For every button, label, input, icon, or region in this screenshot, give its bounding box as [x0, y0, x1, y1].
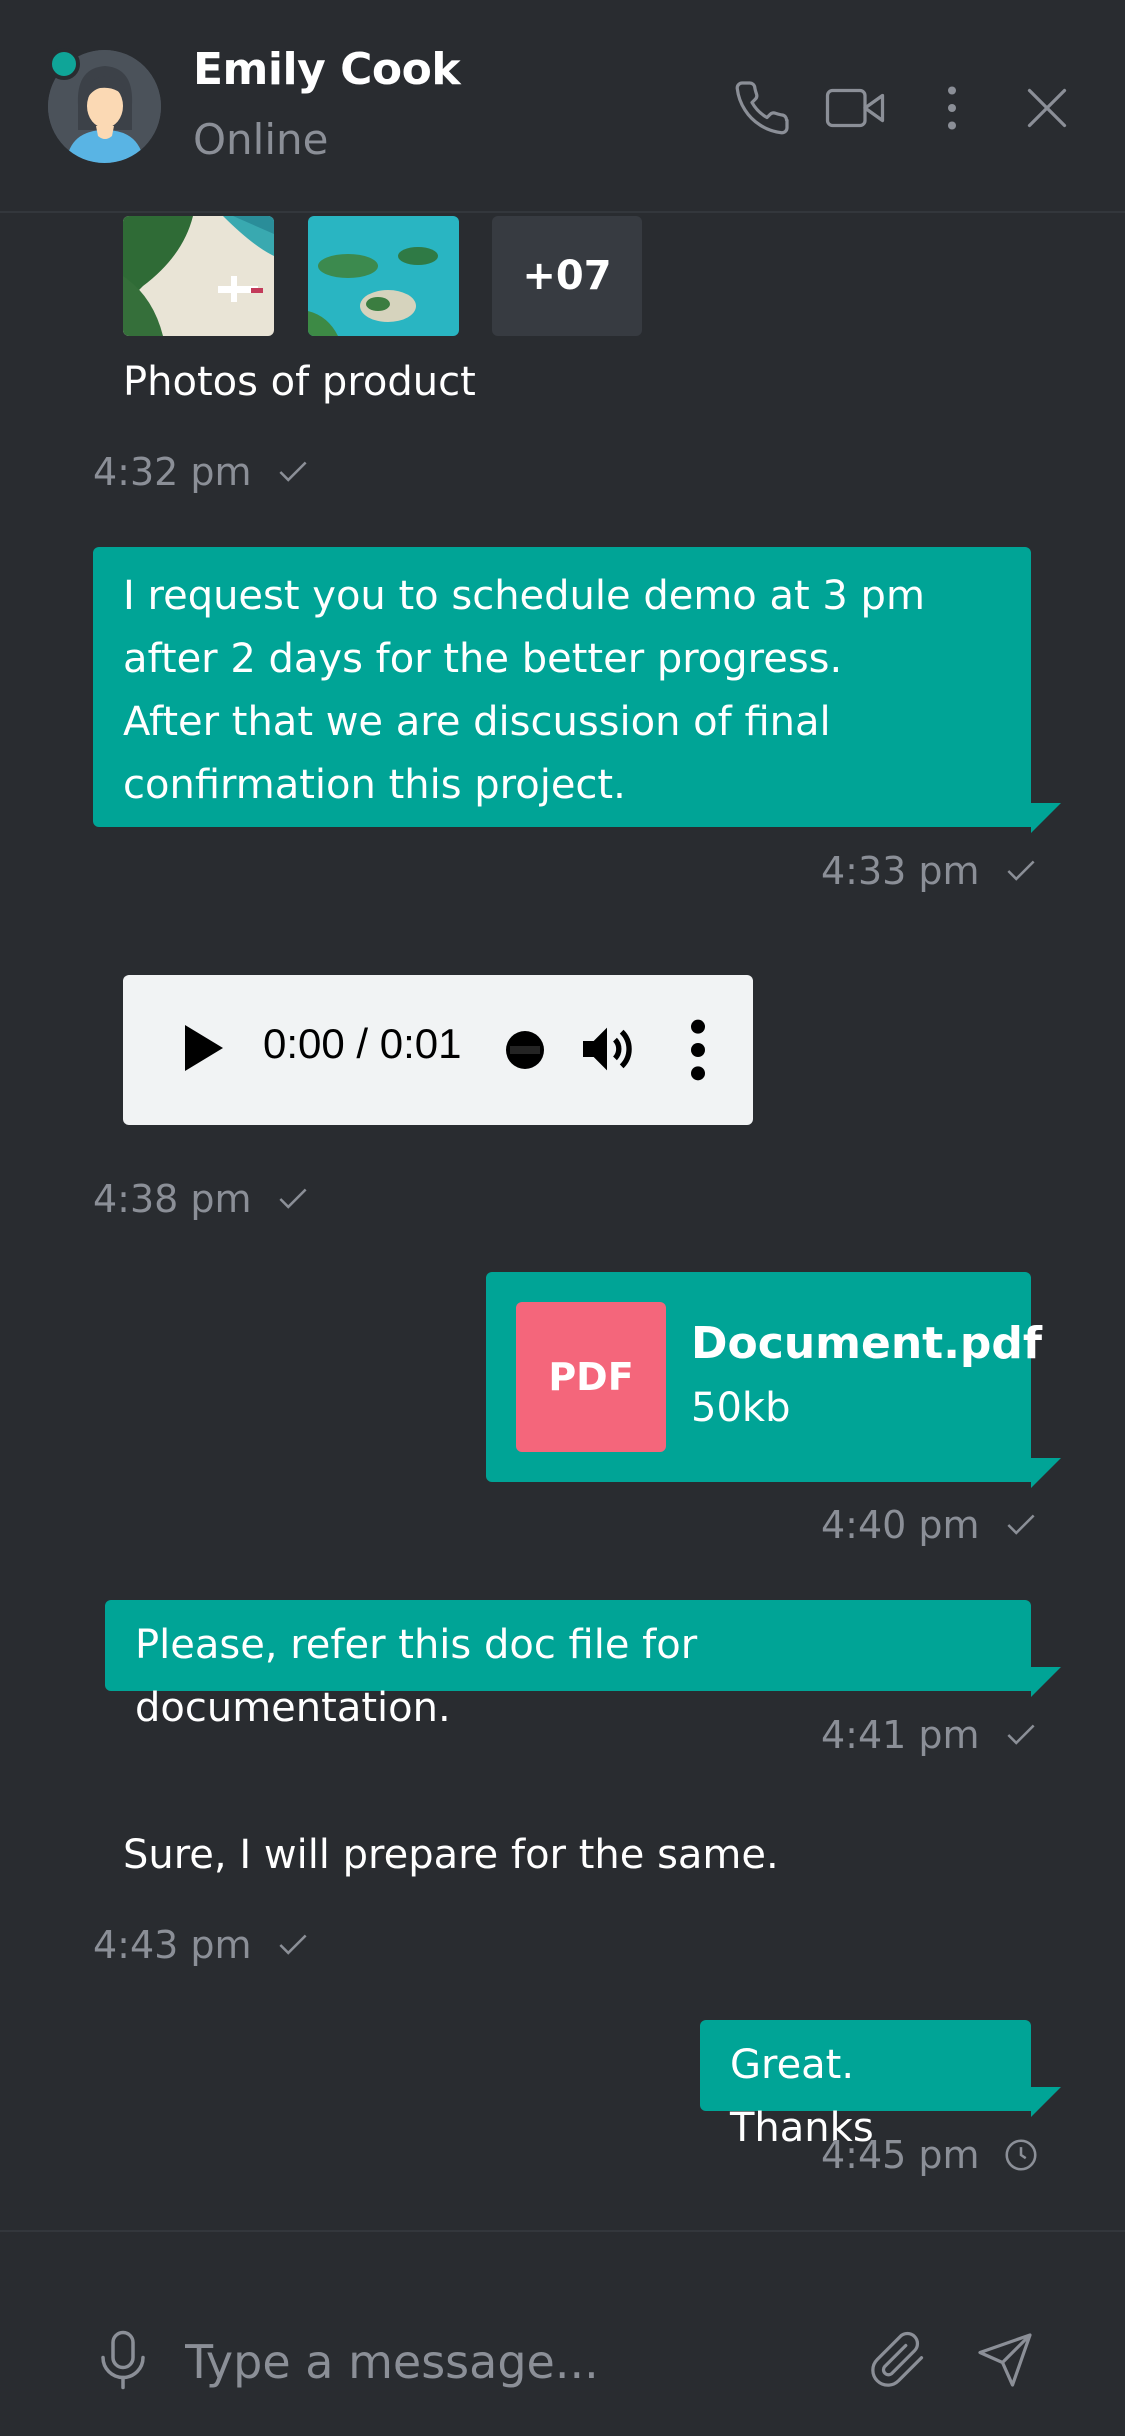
- message-text-incoming: Sure, I will prepare for the same.: [123, 1832, 779, 1878]
- document-message[interactable]: PDF Document.pdf 50kb: [486, 1272, 1042, 1482]
- product-photo-thumbnail[interactable]: [308, 216, 459, 336]
- play-icon[interactable]: [185, 1025, 223, 1071]
- clock-icon: [1005, 2139, 1037, 2171]
- message-composer: [0, 2230, 1125, 2436]
- send-icon[interactable]: [975, 2330, 1035, 2390]
- paperclip-icon[interactable]: [868, 2330, 928, 2390]
- more-photos-tile[interactable]: +07: [492, 216, 642, 336]
- product-photo-thumbnail[interactable]: [123, 216, 274, 336]
- online-status-dot: [48, 48, 80, 80]
- message-input[interactable]: [185, 2322, 825, 2402]
- contact-status: Online: [193, 115, 329, 164]
- check-icon: [1007, 1514, 1035, 1535]
- phone-icon[interactable]: [732, 78, 792, 138]
- document-size: 50kb: [691, 1385, 791, 1431]
- message-bubble-outgoing[interactable]: I request you to schedule demo at 3 pm a…: [93, 547, 1031, 827]
- message-timestamp: 4:40 pm: [821, 1503, 1040, 1547]
- message-timestamp: 4:45 pm: [821, 2133, 1040, 2177]
- message-text: I request you to schedule demo at 3 pm a…: [123, 573, 925, 808]
- message-timestamp: 4:38 pm: [93, 1177, 312, 1221]
- pdf-file-icon: PDF: [516, 1302, 666, 1452]
- gallery-caption: Photos of product: [123, 359, 476, 405]
- close-icon[interactable]: [1017, 78, 1077, 138]
- message-timestamp: 4:32 pm: [93, 450, 312, 494]
- chat-header: Emily Cook Online: [0, 0, 1125, 213]
- more-vertical-icon[interactable]: [922, 78, 982, 138]
- audio-seek-slider[interactable]: [506, 1031, 544, 1069]
- video-icon[interactable]: [825, 78, 885, 138]
- check-icon: [279, 461, 307, 482]
- audio-time: 0:00 / 0:01: [263, 1020, 462, 1067]
- document-name[interactable]: Document.pdf: [691, 1318, 1042, 1369]
- mic-icon[interactable]: [98, 2330, 148, 2390]
- more-vertical-icon[interactable]: [686, 1015, 710, 1085]
- message-timestamp: 4:33 pm: [821, 849, 1040, 893]
- check-icon: [279, 1934, 307, 1955]
- contact-name: Emily Cook: [193, 44, 461, 95]
- check-icon: [279, 1188, 307, 1209]
- message-timestamp: 4:41 pm: [821, 1713, 1040, 1757]
- message-bubble-outgoing[interactable]: Please, refer this doc file for document…: [105, 1600, 1031, 1731]
- volume-icon[interactable]: [575, 1017, 639, 1081]
- message-timestamp: 4:43 pm: [93, 1923, 312, 1967]
- message-bubble-outgoing[interactable]: Great. Thanks: [700, 2020, 1031, 2151]
- audio-player[interactable]: 0:00 / 0:01: [123, 975, 753, 1125]
- check-icon: [1007, 860, 1035, 881]
- check-icon: [1007, 1724, 1035, 1745]
